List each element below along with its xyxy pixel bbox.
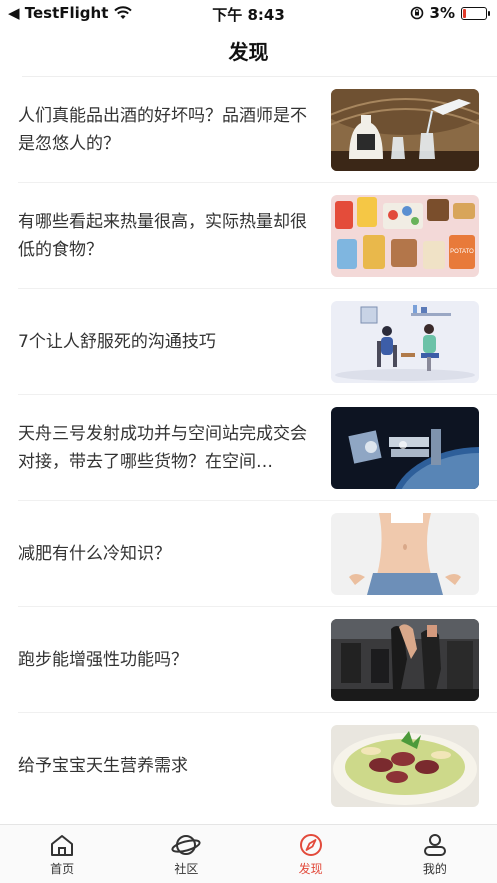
article-title[interactable]: 给予宝宝天生营养需求 [18,752,318,780]
home-icon [51,835,74,856]
article-title[interactable]: 有哪些看起来热量很高，实际热量却很低的食物？ [18,208,318,264]
gym-treadmill-image[interactable] [331,619,479,701]
people-talking-illustration-image[interactable] [331,301,479,383]
article-title[interactable]: 天舟三号发射成功并与空间站完成交会对接，带去了哪些货物？在空间… [18,420,318,476]
tab-label[interactable]: 首页 [50,860,74,877]
waist-measurement-image[interactable] [331,513,479,595]
list-item[interactable]: 给予宝宝天生营养需求 [18,713,497,819]
tab-community[interactable]: 社区 [124,825,248,883]
article-title[interactable]: 跑步能增强性功能吗？ [18,646,318,674]
profile-icon [423,834,446,856]
tab-bar: 首页 社区 发现 我的 [0,824,497,883]
list-item[interactable]: 跑步能增强性功能吗？ [18,607,497,713]
page-title: 发现 [228,40,269,64]
tab-label[interactable]: 我的 [423,860,447,877]
tab-discover[interactable]: 发现 [249,825,373,883]
article-title[interactable]: 人们真能品出酒的好坏吗？品酒师是不是忽悠人的？ [18,102,318,158]
snack-foods-image[interactable]: POTATO [331,195,479,277]
status-bar: ◀ TestFlight 下午 8:43 3% [0,0,497,26]
compass-icon [299,834,322,856]
battery-icon [461,6,490,20]
list-item[interactable]: 7个让人舒服死的沟通技巧 [18,289,497,395]
list-item[interactable]: 人们真能品出酒的好坏吗？品酒师是不是忽悠人的？ [18,77,497,183]
article-list: 人们真能品出酒的好坏吗？品酒师是不是忽悠人的？ 有哪些看起来热量很高，实际热量却… [0,77,497,819]
article-title[interactable]: 减肥有什么冷知识？ [18,540,318,568]
list-item[interactable]: 天舟三号发射成功并与空间站完成交会对接，带去了哪些货物？在空间… [18,395,497,501]
planet-icon [171,835,201,855]
space-station-image[interactable] [331,407,479,489]
tab-profile[interactable]: 我的 [373,825,497,883]
tab-label[interactable]: 发现 [299,860,323,877]
food-bowl-image[interactable] [331,725,479,807]
article-title[interactable]: 7个让人舒服死的沟通技巧 [18,328,318,356]
orientation-lock-icon [410,6,423,20]
list-item[interactable]: 有哪些看起来热量很高，实际热量却很低的食物？ POTATO [18,183,497,289]
battery-percent: 3% [429,4,455,22]
list-item[interactable]: 减肥有什么冷知识？ [18,501,497,607]
svg-text:POTATO: POTATO [450,249,474,255]
tab-label[interactable]: 社区 [174,860,198,877]
tab-home[interactable]: 首页 [0,825,124,883]
liquor-bottle-cups-image[interactable] [331,89,479,171]
